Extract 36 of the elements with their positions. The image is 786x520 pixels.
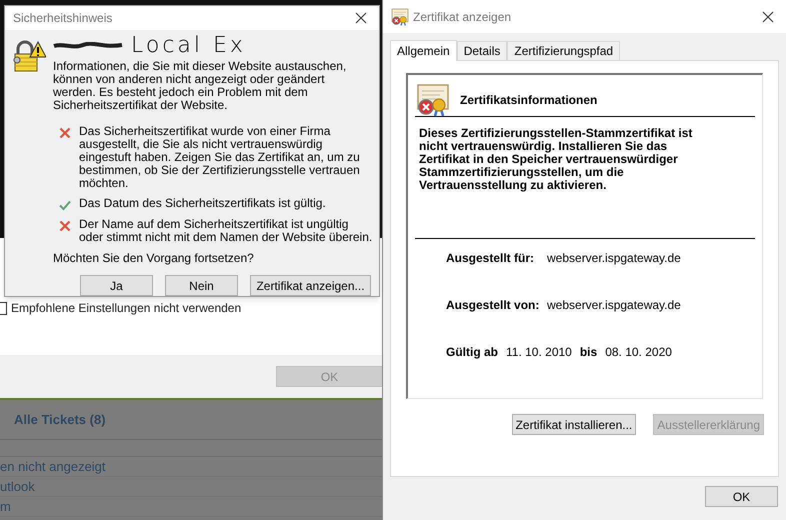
certificate-error-icon [391, 8, 409, 26]
check-message: Das Datum des Sicherheitszertifikats ist gültig. [79, 197, 326, 211]
section-heading: Zertifikatsinformationen [460, 92, 598, 108]
dialog-button[interactable]: Zertifikat anzeigen... [250, 275, 371, 296]
certificate-button[interactable]: Zertifikat installieren... [512, 414, 636, 435]
checkbox-label: Empfohlene Einstellungen nicht verwenden [11, 300, 242, 317]
validity-date: 11. 10. 2010 [506, 344, 572, 361]
field-label: Ausgestellt für: [446, 250, 536, 267]
padlock-warning-icon [12, 40, 46, 72]
close-icon[interactable] [762, 10, 774, 22]
close-icon[interactable] [355, 12, 367, 24]
check-icon [59, 199, 71, 211]
trust-warning: Dieses Zertifizierungsstellen-Stammzertifikat ist nicht vertrauenswürdig. Installieren Sie das Zertifikat in den Speicher vertrauenswürdiger Stammzertifizierungsstellen, um die Vertrauensstellung zu aktivieren. [418, 125, 694, 194]
certificate-error-icon [416, 82, 450, 116]
question-text: Möchten Sie den Vorgang fortsetzen? [53, 250, 255, 267]
field-value: webserver.ispgateway.de [547, 297, 681, 314]
security-message: Informationen, die Sie mit dieser Website austauschen, können von anderen nicht angezeigt oder geändert werden. Es besteht jedoch ein Problem mit dem Sicherheitszertifikat der Website. [53, 60, 348, 112]
tab[interactable]: Details [456, 41, 508, 60]
check-message: Das Sicherheitszertifikat wurde von einer Firma ausgestellt, die Sie als nicht vertrauenswürdig eingestuft haben. Zeigen Sie das Zertifikat an, um zu bestimmen, ob Sie der Zertifizierungsstelle vertrauen möchten. [79, 125, 361, 190]
tab[interactable]: Allgemein [390, 40, 457, 61]
dialog-button[interactable]: Ja [80, 275, 153, 296]
cross-icon [59, 220, 71, 232]
dialog-title: Sicherheitshinweis [13, 10, 112, 27]
dialog-button[interactable]: Nein [165, 275, 238, 296]
cross-icon [59, 127, 71, 139]
validity-label: bis [580, 344, 598, 361]
field-label: Ausgestellt von: [446, 297, 540, 314]
handwritten-annotation: Local Ex [131, 35, 246, 57]
ok-button[interactable]: OK [705, 486, 778, 507]
redaction-scribble [53, 42, 123, 50]
tab[interactable]: Zertifizierungspfad [507, 41, 620, 60]
window-title: Zertifikat anzeigen [413, 8, 512, 26]
validity-date: 08. 10. 2020 [605, 344, 672, 361]
check-message: Der Name auf dem Sicherheitszertifikat ist ungültig oder stimmt nicht mit dem Namen der Website überein. [79, 218, 373, 244]
field-value: webserver.ispgateway.de [547, 250, 681, 267]
validity-label: Gültig ab [446, 344, 498, 361]
